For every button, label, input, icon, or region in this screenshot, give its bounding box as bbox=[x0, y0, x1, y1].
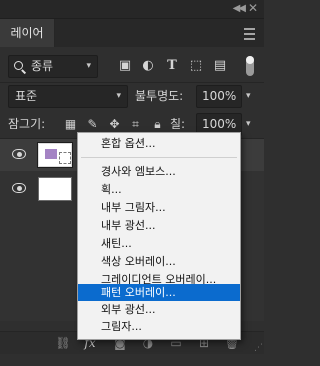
visibility-eye-icon[interactable] bbox=[12, 183, 26, 193]
layer-thumbnail[interactable] bbox=[37, 142, 73, 168]
type-filter-icon[interactable]: T bbox=[165, 59, 179, 73]
lock-transparent-icon[interactable]: ▦ bbox=[64, 118, 77, 131]
link-icon[interactable]: ⛓︎ bbox=[55, 335, 71, 351]
swatch bbox=[45, 149, 57, 159]
filter-toggle[interactable] bbox=[246, 56, 254, 76]
mask-thumbnail-icon bbox=[59, 152, 71, 164]
layer-style-menu: 혼합 옵션... 경사와 엠보스... 획... 내부 그림자... 내부 광선… bbox=[77, 132, 241, 340]
menu-item-color-overlay[interactable]: 색상 오버레이... bbox=[78, 254, 240, 270]
blend-mode-select[interactable]: 표준 ▾ bbox=[8, 85, 128, 108]
shape-filter-icon[interactable]: ⬚ bbox=[189, 59, 203, 73]
opacity-label: 불투명도: bbox=[135, 89, 184, 103]
fill-chevron-icon[interactable]: ▾ bbox=[246, 116, 251, 132]
menu-item-bevel-emboss[interactable]: 경사와 엠보스... bbox=[78, 164, 240, 180]
menu-item-satin[interactable]: 새틴... bbox=[78, 236, 240, 252]
menu-item-label: 내부 광선... bbox=[101, 219, 156, 232]
blend-row: 표준 ▾ 불투명도: 100% ▾ bbox=[0, 85, 264, 108]
menu-item-label: 패턴 오버레이... bbox=[101, 286, 176, 299]
divider bbox=[0, 82, 264, 83]
menu-item-label: 외부 광선... bbox=[101, 303, 156, 316]
collapse-panel-icon[interactable]: ◀◀ bbox=[233, 3, 246, 14]
opacity-chevron-icon[interactable]: ▾ bbox=[246, 88, 251, 104]
menu-item-inner-glow[interactable]: 내부 광선... bbox=[78, 218, 240, 234]
filter-row: 종류 ▾ ▣ ◐ T ⬚ ▤ bbox=[0, 55, 264, 78]
opacity-value: 100% bbox=[202, 89, 237, 103]
lock-image-icon[interactable]: ✎ bbox=[86, 118, 99, 131]
panel-title-bar: ◀◀ ✕ bbox=[0, 0, 264, 19]
panel-menu-icon[interactable] bbox=[244, 28, 255, 40]
filter-kind-label: 종류 bbox=[31, 59, 54, 73]
menu-item-blending-options[interactable]: 혼합 옵션... bbox=[78, 136, 240, 152]
menu-item-label: 내부 그림자... bbox=[101, 201, 166, 214]
visibility-eye-icon[interactable] bbox=[12, 149, 26, 159]
menu-item-label: 혼합 옵션... bbox=[101, 137, 156, 150]
tab-layers[interactable]: 레이어 bbox=[0, 19, 55, 47]
blend-mode-value: 표준 bbox=[15, 89, 38, 103]
menu-item-label: 그림자... bbox=[101, 320, 142, 333]
menu-item-pattern-overlay[interactable]: 패턴 오버레이... bbox=[78, 284, 240, 301]
resize-grip-icon[interactable]: ⋰ bbox=[253, 343, 263, 353]
menu-item-drop-shadow[interactable]: 그림자... bbox=[78, 319, 240, 335]
menu-item-label: 획... bbox=[101, 183, 122, 196]
search-icon bbox=[14, 61, 23, 70]
smart-object-filter-icon[interactable]: ▤ bbox=[213, 59, 227, 73]
close-icon[interactable]: ✕ bbox=[248, 1, 258, 15]
chevron-down-icon: ▾ bbox=[86, 61, 91, 71]
adjustment-filter-icon[interactable]: ◐ bbox=[141, 59, 155, 73]
pixel-filter-icon[interactable]: ▣ bbox=[118, 59, 132, 73]
menu-item-outer-glow[interactable]: 외부 광선... bbox=[78, 302, 240, 318]
opacity-input[interactable]: 100% bbox=[196, 85, 242, 108]
menu-separator bbox=[81, 157, 237, 158]
panel-tab-row: 레이어 bbox=[0, 19, 264, 47]
lock-label: 잠그기: bbox=[8, 117, 46, 131]
menu-item-stroke[interactable]: 획... bbox=[78, 182, 240, 198]
menu-item-inner-shadow[interactable]: 내부 그림자... bbox=[78, 200, 240, 216]
menu-item-label: 새틴... bbox=[101, 237, 132, 250]
lock-position-icon[interactable]: ✥ bbox=[108, 118, 121, 131]
filter-kind-select[interactable]: 종류 ▾ bbox=[8, 55, 98, 78]
artboard-icon[interactable]: ⌗ bbox=[129, 118, 142, 131]
lock-all-icon[interactable]: 🔒︎ bbox=[151, 118, 164, 131]
menu-item-label: 색상 오버레이... bbox=[101, 255, 176, 268]
chevron-down-icon: ▾ bbox=[116, 91, 121, 101]
menu-item-label: 경사와 엠보스... bbox=[101, 165, 176, 178]
layer-thumbnail[interactable] bbox=[38, 177, 72, 201]
